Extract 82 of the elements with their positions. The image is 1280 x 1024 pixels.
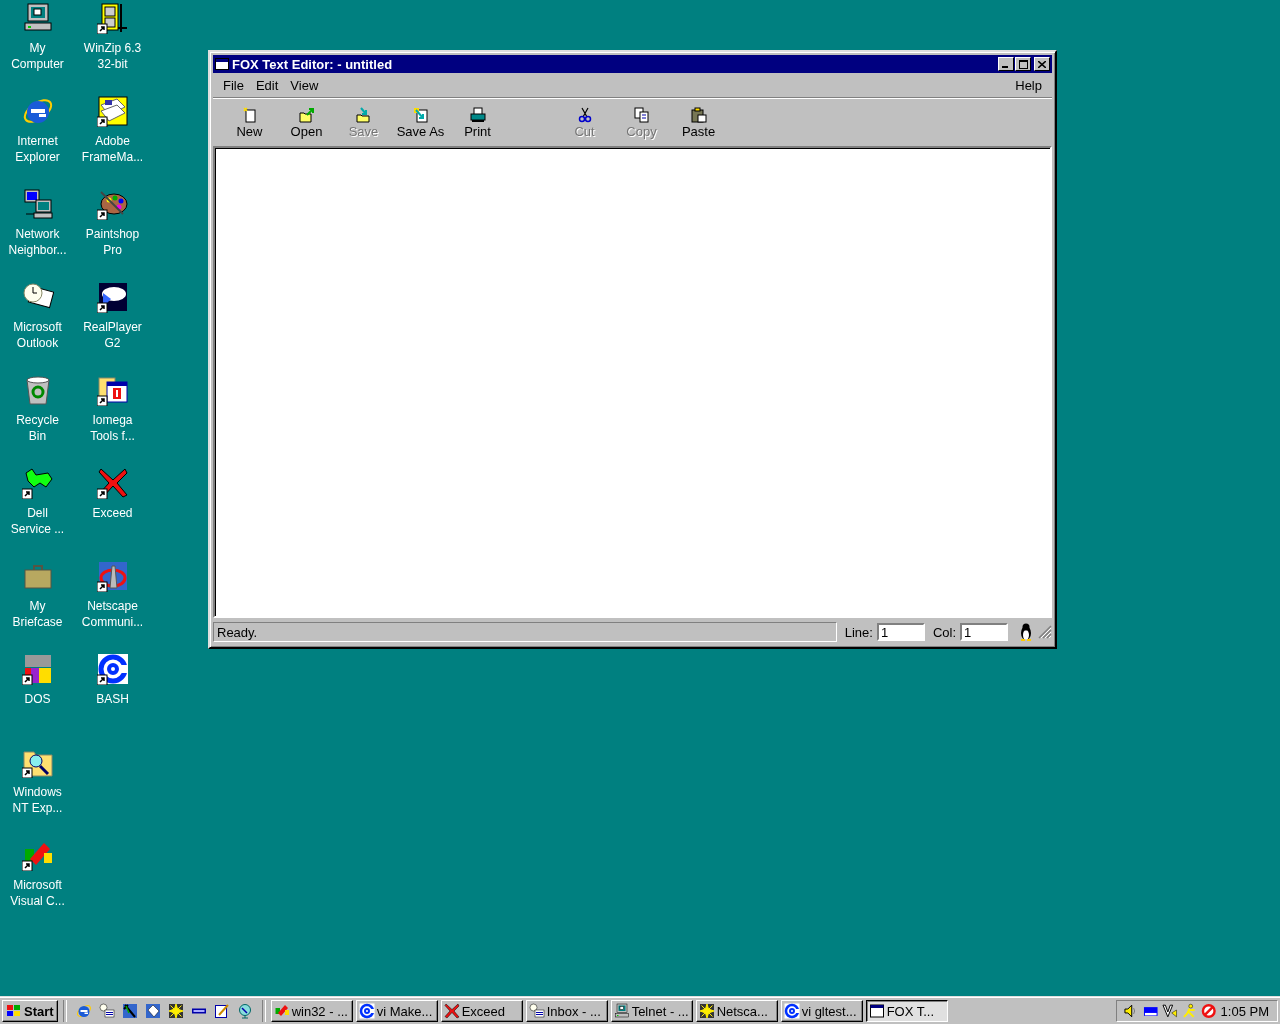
no-sign-icon — [1201, 1003, 1217, 1019]
desktop-icon-label[interactable]: WinZip 6.3 32-bit — [82, 40, 143, 72]
desktop-icon-label[interactable]: My Computer — [10, 40, 65, 72]
toolbar-button[interactable]: New — [221, 105, 278, 141]
quick-launch-button[interactable] — [121, 1003, 138, 1019]
open-folder-icon — [298, 107, 315, 123]
desktop-icon-label[interactable]: BASH — [95, 691, 130, 707]
desktop-icon-label[interactable]: Dell Service ... — [9, 505, 66, 537]
menu-item[interactable]: View — [284, 75, 325, 95]
status-message: Ready. — [213, 622, 837, 642]
clipboard-icon — [690, 107, 707, 123]
close-icon — [1038, 60, 1046, 68]
starburst-icon — [698, 1003, 715, 1019]
c-logo-icon — [783, 1003, 800, 1019]
col-field[interactable]: 1 — [960, 623, 1008, 641]
copy-icon — [633, 107, 650, 123]
taskbar-button[interactable]: vi gltest... — [780, 1000, 863, 1022]
taskbar-button[interactable]: FOX T... — [865, 1000, 948, 1022]
computer-icon — [613, 1003, 630, 1019]
minimize-button[interactable] — [998, 57, 1014, 71]
taskbar-button[interactable]: Telnet - ... — [610, 1000, 693, 1022]
taskbar-button[interactable]: Exceed — [440, 1000, 523, 1022]
desktop-icon-label[interactable]: DOS — [23, 691, 52, 707]
maximize-button[interactable] — [1015, 57, 1031, 71]
window-icon — [868, 1003, 885, 1019]
desktop-icon-label[interactable]: Recycle Bin — [15, 412, 60, 444]
tag-icon — [144, 1003, 161, 1019]
line-label: Line: — [844, 624, 873, 640]
v-mark-icon — [1162, 1003, 1178, 1019]
printer-icon — [469, 107, 486, 123]
close-button[interactable] — [1034, 57, 1050, 71]
notepad-pen-icon — [213, 1003, 230, 1019]
clock: 1:05 PM — [1220, 1003, 1269, 1019]
desktop-icon-label[interactable]: RealPlayer G2 — [82, 319, 143, 351]
desktop-icon-label[interactable]: Iomega Tools f... — [89, 412, 136, 444]
inbox-icon — [528, 1003, 545, 1019]
new-document-icon — [241, 107, 258, 123]
desktop-icon-label[interactable]: Network Neighbor... — [7, 226, 68, 258]
menu-item[interactable]: Help — [1009, 75, 1048, 95]
desktop-icon-label[interactable]: Adobe FrameMa... — [80, 133, 145, 165]
desktop-icon-label[interactable]: Windows NT Exp... — [11, 784, 64, 816]
x-logo-icon — [443, 1003, 460, 1019]
quick-launch-button[interactable] — [98, 1003, 115, 1019]
taskbar-button[interactable]: vi Make... — [355, 1000, 438, 1022]
desktop-icon-label[interactable]: Exceed — [91, 505, 134, 521]
menu-item[interactable]: File — [217, 75, 250, 95]
desktop-icon-label[interactable]: Microsoft Visual C... — [9, 877, 66, 909]
quick-launch-button[interactable] — [167, 1003, 184, 1019]
desktop-icon-label[interactable]: Internet Explorer — [14, 133, 61, 165]
toolbar-button[interactable]: Print — [449, 105, 506, 141]
quick-launch-button[interactable] — [75, 1003, 92, 1019]
toolbar-button[interactable]: Open — [278, 105, 335, 141]
globe-icon — [236, 1003, 253, 1019]
inbox-icon — [98, 1003, 115, 1019]
toolbar-button[interactable]: Save As — [392, 105, 449, 141]
desktop-icon-label[interactable]: My Briefcase — [11, 598, 64, 630]
start-button[interactable]: Start — [2, 1000, 58, 1022]
quick-launch-button[interactable] — [213, 1003, 230, 1019]
c-logo-icon — [358, 1003, 375, 1019]
windows-logo-icon — [6, 1004, 22, 1018]
maximize-icon — [1018, 59, 1028, 69]
taskbar-button[interactable]: win32 - ... — [270, 1000, 353, 1022]
taskbar-button[interactable]: Netsca... — [695, 1000, 778, 1022]
folder-arrow-icon — [355, 107, 372, 123]
resize-grip[interactable] — [1038, 625, 1052, 639]
taskbar-button[interactable]: Inbox - ... — [525, 1000, 608, 1022]
col-label: Col: — [932, 624, 956, 640]
desktop-icon-label[interactable]: Netscape Communi... — [80, 598, 145, 630]
quick-launch-button[interactable] — [144, 1003, 161, 1019]
scissors-icon — [576, 107, 593, 123]
penguin-icon — [1018, 623, 1034, 641]
menu-item[interactable]: Edit — [249, 75, 285, 95]
window-title: FOX Text Editor: - untitled — [232, 56, 394, 72]
pointer-icon — [121, 1003, 138, 1019]
letter-e-icon — [75, 1003, 92, 1019]
starburst-icon — [167, 1003, 184, 1019]
desktop-icon-label[interactable]: Paintshop Pro — [84, 226, 141, 258]
line-field[interactable]: 1 — [876, 623, 925, 641]
document-arrow-icon — [412, 107, 429, 123]
running-person-icon — [1181, 1003, 1198, 1019]
toolbar-button[interactable]: Paste — [670, 105, 727, 141]
desktop-icon-label[interactable]: Microsoft Outlook — [12, 319, 63, 351]
